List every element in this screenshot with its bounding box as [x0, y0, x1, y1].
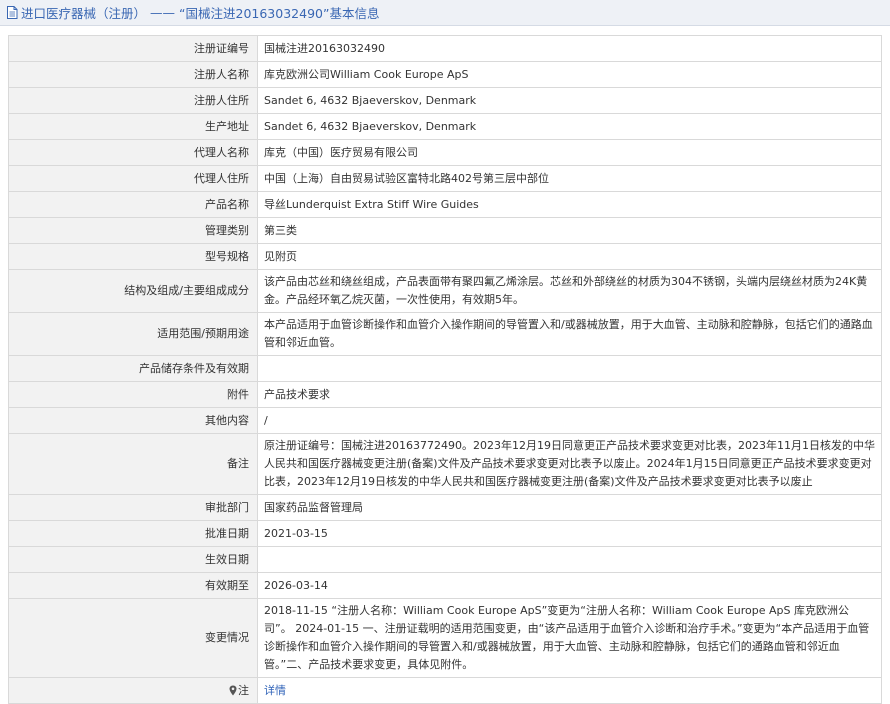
table-row: 代理人名称 库克（中国）医疗贸易有限公司	[8, 139, 882, 166]
detail-link[interactable]: 详情	[264, 684, 286, 697]
row-label: 注册证编号	[8, 35, 258, 62]
table-row: 有效期至 2026-03-14	[8, 572, 882, 599]
row-label: 审批部门	[8, 494, 258, 521]
row-value: 见附页	[257, 243, 882, 270]
table-row: 备注 原注册证编号：国械注进20163772490。2023年12月19日同意更…	[8, 433, 882, 495]
table-row: 批准日期 2021-03-15	[8, 520, 882, 547]
row-label: 注册人名称	[8, 61, 258, 88]
table-row: 结构及组成/主要组成成分 该产品由芯丝和绕丝组成，产品表面带有聚四氟乙烯涂层。芯…	[8, 269, 882, 313]
row-value: 该产品由芯丝和绕丝组成，产品表面带有聚四氟乙烯涂层。芯丝和外部绕丝的材质为304…	[257, 269, 882, 313]
table-row: 产品名称 导丝Lunderquist Extra Stiff Wire Guid…	[8, 191, 882, 218]
note-label-cell: 注	[8, 677, 258, 704]
row-label: 代理人住所	[8, 165, 258, 192]
row-label: 产品储存条件及有效期	[8, 355, 258, 382]
info-table: 注册证编号 国械注进20163032490 注册人名称 库克欧洲公司Willia…	[8, 35, 882, 704]
row-value: 产品技术要求	[257, 381, 882, 408]
table-row: 注册人住所 Sandet 6, 4632 Bjaeverskov, Denmar…	[8, 87, 882, 114]
row-value: Sandet 6, 4632 Bjaeverskov, Denmark	[257, 113, 882, 140]
table-row: 附件 产品技术要求	[8, 381, 882, 408]
table-row: 代理人住所 中国（上海）自由贸易试验区富特北路402号第三层中部位	[8, 165, 882, 192]
table-row: 生产地址 Sandet 6, 4632 Bjaeverskov, Denmark	[8, 113, 882, 140]
table-row-note: 注 详情	[8, 677, 882, 704]
row-value: Sandet 6, 4632 Bjaeverskov, Denmark	[257, 87, 882, 114]
row-label: 生产地址	[8, 113, 258, 140]
row-value: 2018-11-15 “注册人名称：William Cook Europe Ap…	[257, 598, 882, 678]
row-label: 管理类别	[8, 217, 258, 244]
row-label: 结构及组成/主要组成成分	[8, 269, 258, 313]
row-value: 库克（中国）医疗贸易有限公司	[257, 139, 882, 166]
row-label: 适用范围/预期用途	[8, 312, 258, 356]
row-value: 2026-03-14	[257, 572, 882, 599]
table-row: 注册人名称 库克欧洲公司William Cook Europe ApS	[8, 61, 882, 88]
row-label: 产品名称	[8, 191, 258, 218]
row-value: 本产品适用于血管诊断操作和血管介入操作期间的导管置入和/或器械放置，用于大血管、…	[257, 312, 882, 356]
header-separator: ——	[150, 5, 176, 20]
table-row: 其他内容 /	[8, 407, 882, 434]
row-label: 变更情况	[8, 598, 258, 678]
header-subject: “国械注进20163032490”基本信息	[179, 6, 380, 21]
info-table-container: 注册证编号 国械注进20163032490 注册人名称 库克欧洲公司Willia…	[8, 35, 882, 704]
table-row: 产品储存条件及有效期	[8, 355, 882, 382]
row-value: /	[257, 407, 882, 434]
row-label: 生效日期	[8, 546, 258, 573]
row-value: 导丝Lunderquist Extra Stiff Wire Guides	[257, 191, 882, 218]
row-value	[257, 355, 882, 382]
row-label: 备注	[8, 433, 258, 495]
pin-icon	[229, 685, 237, 695]
row-value: 原注册证编号：国械注进20163772490。2023年12月19日同意更正产品…	[257, 433, 882, 495]
table-row: 管理类别 第三类	[8, 217, 882, 244]
note-label: 注	[238, 683, 249, 697]
table-row: 变更情况 2018-11-15 “注册人名称：William Cook Euro…	[8, 598, 882, 678]
table-row: 适用范围/预期用途 本产品适用于血管诊断操作和血管介入操作期间的导管置入和/或器…	[8, 312, 882, 356]
row-value: 国家药品监督管理局	[257, 494, 882, 521]
table-row: 审批部门 国家药品监督管理局	[8, 494, 882, 521]
row-value: 第三类	[257, 217, 882, 244]
document-icon	[7, 6, 18, 19]
table-row: 注册证编号 国械注进20163032490	[8, 35, 882, 62]
row-value: 库克欧洲公司William Cook Europe ApS	[257, 61, 882, 88]
row-label: 附件	[8, 381, 258, 408]
table-row: 型号规格 见附页	[8, 243, 882, 270]
row-value: 国械注进20163032490	[257, 35, 882, 62]
row-label: 有效期至	[8, 572, 258, 599]
row-value	[257, 546, 882, 573]
row-label: 型号规格	[8, 243, 258, 270]
page-header: 进口医疗器械（注册） —— “国械注进20163032490”基本信息	[0, 0, 890, 26]
table-row: 生效日期	[8, 546, 882, 573]
row-label: 其他内容	[8, 407, 258, 434]
row-label: 批准日期	[8, 520, 258, 547]
note-value-cell: 详情	[257, 677, 882, 704]
row-value: 2021-03-15	[257, 520, 882, 547]
row-value: 中国（上海）自由贸易试验区富特北路402号第三层中部位	[257, 165, 882, 192]
header-category: 进口医疗器械（注册）	[21, 6, 147, 21]
row-label: 代理人名称	[8, 139, 258, 166]
row-label: 注册人住所	[8, 87, 258, 114]
